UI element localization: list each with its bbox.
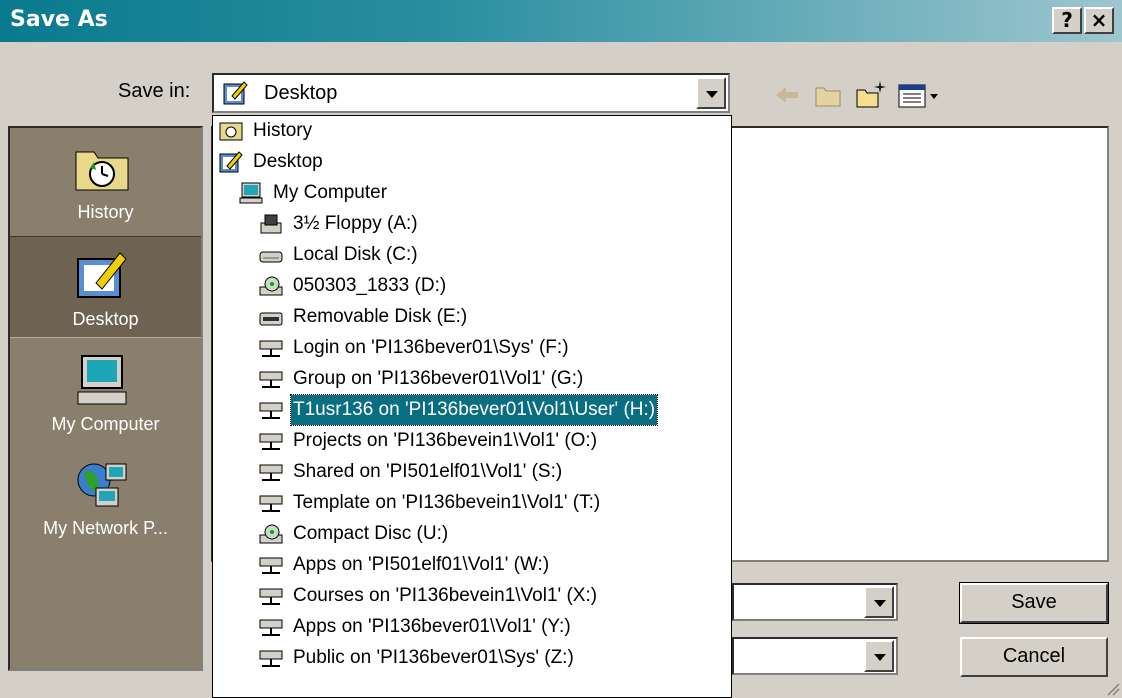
network-drive-icon xyxy=(259,495,283,512)
save-in-label: Save in: xyxy=(118,80,191,102)
save-in-dropdown-list: History Desktop My Computer 3½ Floppy (A… xyxy=(212,115,732,698)
new-folder-icon[interactable] xyxy=(854,78,888,112)
help-button[interactable]: ? xyxy=(1052,7,1082,34)
network-drive-icon xyxy=(259,588,283,605)
dialog-title: Save As xyxy=(10,7,108,32)
save-as-dialog: Save As ? × Save in: Desktop History Des… xyxy=(0,0,1122,698)
cancel-button[interactable]: Cancel xyxy=(960,637,1108,677)
desktop-icon xyxy=(77,252,127,298)
cd-icon xyxy=(259,524,283,544)
save-as-type-field[interactable] xyxy=(732,637,898,675)
network-drive-icon xyxy=(259,402,283,419)
save-in-combo[interactable]: Desktop xyxy=(212,73,730,113)
network-drive-icon xyxy=(259,433,283,450)
computer-icon xyxy=(239,182,263,204)
close-button[interactable]: × xyxy=(1084,7,1114,34)
network-drive-icon xyxy=(259,371,283,388)
network-drive-icon xyxy=(259,340,283,357)
network-drive-icon xyxy=(259,619,283,636)
file-name-field[interactable] xyxy=(732,583,898,621)
desktop-icon xyxy=(223,81,248,105)
view-menu-icon[interactable] xyxy=(896,78,944,112)
back-icon[interactable] xyxy=(770,78,804,112)
resize-grip-icon[interactable] xyxy=(1104,680,1120,696)
save-in-value: Desktop xyxy=(264,82,338,104)
places-bar: History Desktop My Computer My Network P… xyxy=(8,126,203,671)
computer-icon xyxy=(77,355,127,405)
removable-disk-icon xyxy=(259,312,283,326)
file-name-dropdown-button[interactable] xyxy=(864,586,894,618)
cancel-button-label: Cancel xyxy=(1002,645,1066,667)
cd-icon xyxy=(259,276,283,296)
place-desktop[interactable]: Desktop xyxy=(10,236,201,338)
place-my-computer[interactable]: My Computer xyxy=(10,342,201,442)
save-button-label: Save xyxy=(1011,591,1057,613)
network-drive-icon xyxy=(259,557,283,574)
history-icon xyxy=(219,122,243,141)
disk-icon xyxy=(259,251,283,263)
network-drive-icon xyxy=(259,650,283,667)
desktop-icon xyxy=(219,151,243,173)
floppy-icon xyxy=(260,214,282,234)
place-my-network[interactable]: My Network P... xyxy=(10,446,201,546)
title-bar[interactable]: Save As ? × xyxy=(0,0,1122,42)
place-label: My Network P... xyxy=(43,518,168,538)
save-as-type-dropdown-button[interactable] xyxy=(864,640,894,672)
network-icon xyxy=(77,463,127,507)
place-label: History xyxy=(77,202,134,222)
place-label: My Computer xyxy=(51,414,160,434)
history-icon xyxy=(75,151,129,191)
place-history[interactable]: History xyxy=(10,130,201,230)
save-button[interactable]: Save xyxy=(959,582,1109,624)
place-label: Desktop xyxy=(72,309,139,329)
save-in-dropdown-button[interactable] xyxy=(696,77,726,109)
up-folder-icon[interactable] xyxy=(812,78,846,112)
network-drive-icon xyxy=(259,464,283,481)
